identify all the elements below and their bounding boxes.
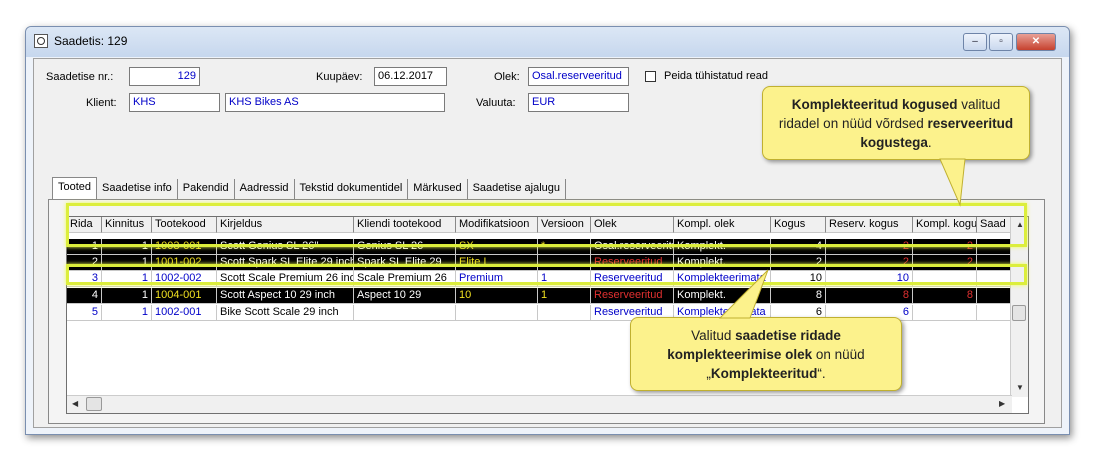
cell-rida: 4 [67,288,102,304]
tab-tekstid-dokumentidel[interactable]: Tekstid dokumentidel [295,179,409,199]
cell-kinnitus: 1 [102,305,152,321]
tab-aadressid[interactable]: Aadressid [235,179,295,199]
state-label: Olek: [494,71,520,83]
horizontal-scroll-thumb[interactable] [86,397,102,411]
tab-strip: Tooted Saadetise info Pakendid Aadressid… [52,177,567,201]
cell-kirjeldus: Bike Scott Scale 29 inch [217,305,354,321]
cell-kompl-kogus: 8 [913,288,977,304]
shipment-nr-label: Saadetise nr.: [46,71,114,83]
app-icon[interactable] [34,34,48,48]
cell-tootekood: 1002-001 [152,305,217,321]
client-code-field[interactable]: KHS [129,93,220,112]
cell-rida: 5 [67,305,102,321]
tab-markused[interactable]: Märkused [408,179,468,199]
cell-versioon [538,305,591,321]
selected-row-highlight [66,264,1027,285]
callout-status-text1: Valitud [691,328,736,343]
cell-reserv-kogus: 8 [826,288,913,304]
tab-saadetise-info[interactable]: Saadetise info [97,179,178,199]
cell-kirjeldus: Scott Aspect 10 29 inch [217,288,354,304]
table-row[interactable]: 4 1 1004-001 Scott Aspect 10 29 inch Asp… [67,288,1012,304]
cell-kliendi-tootekood [354,305,456,321]
currency-label: Valuuta: [476,97,516,109]
cell-olek: Reserveeritud [591,288,674,304]
tab-saadetise-ajalugu[interactable]: Saadetise ajalugu [468,179,567,199]
minimize-button[interactable]: – [963,33,987,51]
title-bar[interactable]: Saadetis: 129 – ▫ ✕ [26,27,1069,57]
scroll-left-icon[interactable]: ◀ [72,399,78,408]
cell-modifikatsioon [456,305,538,321]
callout-quantities-text2: . [927,135,932,150]
callout-quantities: Komplekteeritud kogused valitud ridadel … [762,86,1030,160]
cell-tootekood: 1004-001 [152,288,217,304]
scroll-right-icon[interactable]: ▶ [999,399,1005,408]
shipment-nr-field[interactable]: 129 [129,67,200,86]
cell-kogus: 8 [771,288,826,304]
hide-cancelled-checkbox[interactable] [645,71,656,82]
callout-status: Valitud saadetise ridade komplekteerimis… [630,317,902,391]
scroll-down-icon[interactable]: ▼ [1016,383,1024,392]
maximize-button[interactable]: ▫ [989,33,1013,51]
callout-status-bold2: Komplekteeritud [710,366,818,381]
selected-rows-highlight [66,203,1027,247]
cell-kinnitus: 1 [102,288,152,304]
state-field[interactable]: Osal.reserveeritud [528,67,629,86]
cell-kliendi-tootekood: Aspect 10 29 [354,288,456,304]
hide-cancelled-label: Peida tühistatud read [664,70,768,82]
close-button[interactable]: ✕ [1016,33,1056,51]
vertical-scroll-thumb[interactable] [1012,305,1026,321]
tab-tooted[interactable]: Tooted [52,177,98,201]
date-label: Kuupäev: [316,71,363,83]
tab-pakendid[interactable]: Pakendid [178,179,235,199]
window-title: Saadetis: 129 [54,34,128,48]
cell-kompl-olek: Komplekt. [674,288,771,304]
callout-status-text3: “. [817,366,826,381]
cell-saad [977,305,1012,321]
cell-modifikatsioon: 10 [456,288,538,304]
callout-quantities-bold1: Komplekteeritud kogused [791,97,958,112]
currency-field[interactable]: EUR [528,93,629,112]
cell-kompl-kogus [913,305,977,321]
cell-versioon: 1 [538,288,591,304]
cell-saad [977,288,1012,304]
date-field[interactable]: 06.12.2017 [374,67,447,86]
client-name-field[interactable]: KHS Bikes AS [225,93,445,112]
client-label: Klient: [86,97,117,109]
horizontal-scrollbar[interactable]: ◀ ▶ [67,395,1012,413]
